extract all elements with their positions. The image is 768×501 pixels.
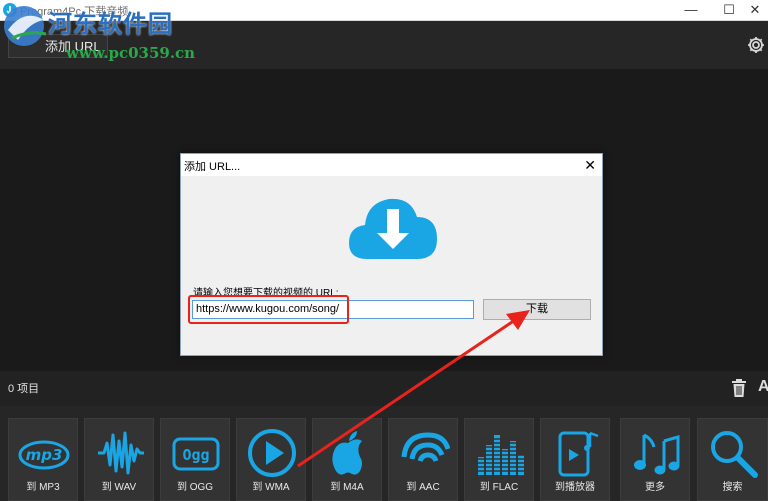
annotation-highlight-box: [188, 295, 349, 324]
item-count: 0 项目: [8, 383, 40, 395]
tile-label: 到 WAV: [101, 482, 137, 493]
mp3-icon: mp3: [18, 440, 70, 470]
phone-music-icon: [558, 431, 599, 477]
to-wav-tile[interactable]: 到 WAV: [84, 418, 154, 501]
tile-label: 搜索: [722, 482, 743, 493]
status-bar: 0 项目: [0, 371, 768, 406]
music-notes-icon: [634, 433, 680, 475]
trash-icon[interactable]: [731, 379, 747, 397]
tile-label: 到 WMA: [252, 482, 290, 493]
to-player-tile[interactable]: 到播放器: [540, 418, 610, 501]
add-url-dialog: 添加 URL... ✕ 请输入您想要下载的视频的 URL: https://ww…: [180, 153, 603, 356]
partial-toolbar-item[interactable]: A: [758, 378, 768, 396]
to-wma-tile[interactable]: 到 WMA: [236, 418, 306, 501]
to-m4a-tile[interactable]: 到 M4A: [312, 418, 382, 501]
tile-label: 到 OGG: [176, 482, 214, 493]
download-button[interactable]: 下载: [483, 299, 591, 320]
ogg-icon: Ogg: [172, 437, 220, 471]
tile-label: 到 M4A: [330, 482, 364, 493]
to-flac-tile[interactable]: 到 FLAC: [464, 418, 534, 501]
dialog-title: 添加 URL...: [184, 161, 241, 173]
to-mp3-tile[interactable]: mp3 到 MP3: [8, 418, 78, 501]
dialog-title-bar: 添加 URL... ✕: [181, 154, 602, 176]
aac-icon: [401, 432, 450, 462]
tile-label: 更多: [645, 482, 665, 493]
play-icon: [248, 429, 296, 477]
search-tile[interactable]: 搜索: [697, 418, 768, 501]
svg-text:mp3: mp3: [26, 446, 63, 464]
equalizer-icon: [476, 435, 524, 475]
tile-label: 到 AAC: [406, 482, 440, 493]
tile-label: 到 FLAC: [479, 482, 519, 493]
close-button[interactable]: ✕: [740, 1, 768, 19]
apple-icon: [332, 431, 362, 475]
watermark-url: www.pc0359.cn: [66, 44, 196, 62]
dialog-close-button[interactable]: ✕: [584, 156, 596, 174]
waveform-icon: [98, 431, 144, 475]
svg-text:Ogg: Ogg: [182, 446, 209, 464]
search-icon: [711, 431, 758, 478]
tile-label: 到播放器: [555, 482, 595, 493]
gear-icon[interactable]: [746, 35, 766, 55]
to-aac-tile[interactable]: 到 AAC: [388, 418, 458, 501]
cloud-download-icon: [349, 198, 437, 259]
watermark-text: 河东软件园: [48, 9, 173, 38]
minimize-button[interactable]: —: [676, 1, 706, 19]
more-tile[interactable]: 更多: [620, 418, 690, 501]
tile-label: 到 MP3: [26, 482, 60, 493]
to-ogg-tile[interactable]: Ogg 到 OGG: [160, 418, 230, 501]
